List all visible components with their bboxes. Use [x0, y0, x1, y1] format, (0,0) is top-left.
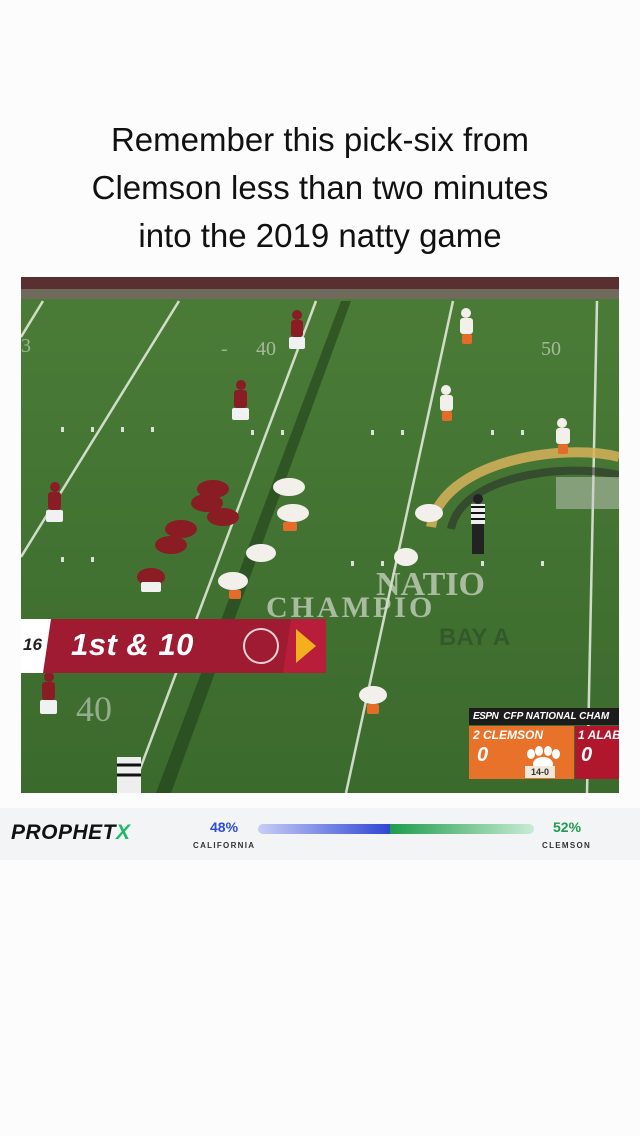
team-record: 14-0 — [525, 766, 556, 778]
team1-score: 0 — [477, 744, 489, 766]
svg-text:-: - — [221, 338, 228, 360]
team2-name: 1 ALAB — [578, 728, 619, 742]
caption-line-1: Remember this pick-six from — [110, 121, 530, 158]
caption-line-2: Clemson less than two minutes — [91, 169, 549, 206]
field-number: 16 — [23, 635, 42, 654]
post-caption: Remember this pick-six from Clemson less… — [0, 116, 640, 260]
caption-line-3: into the 2019 natty game — [138, 217, 502, 254]
right-share-fill — [390, 824, 534, 834]
left-share-fill — [258, 824, 391, 834]
logo-text: PROPHET — [11, 821, 117, 844]
svg-text:50: 50 — [541, 338, 561, 360]
scoreboard-header: ESPN CFP NATIONAL CHAM — [469, 708, 619, 725]
svg-text:3: 3 — [21, 335, 31, 357]
espn-logo-icon: ESPN — [473, 711, 499, 722]
logo-x: X — [116, 821, 131, 844]
odds-track — [258, 824, 534, 834]
svg-text:40: 40 — [256, 338, 276, 360]
game-video-frame[interactable]: 3 - 40 50 NATIO CHAMPIO BAY A 40 16 1st … — [21, 277, 619, 793]
left-team-percentage: 48% — [210, 819, 239, 835]
right-team-name: CLEMSON — [542, 841, 592, 850]
team2-score: 0 — [581, 744, 593, 766]
right-team-percentage: 52% — [553, 819, 582, 835]
team1-name: 2 CLEMSON — [473, 728, 544, 742]
svg-text:BAY A: BAY A — [439, 624, 510, 651]
left-team-name: CALIFORNIA — [193, 841, 256, 850]
down-and-distance: 1st & 10 — [71, 627, 194, 662]
prophetx-logo: PROPHETX — [11, 821, 131, 845]
clemson-score-panel: 2 CLEMSON 0 — [469, 726, 574, 779]
prophetx-odds-bar[interactable]: PROPHETX 48% CALIFORNIA 52% CLEMSON — [0, 808, 640, 860]
svg-text:40: 40 — [76, 689, 112, 729]
alabama-score-panel: 1 ALAB 0 — [575, 726, 619, 779]
event-name: CFP NATIONAL CHAM — [503, 711, 610, 722]
scoreboard: ESPN CFP NATIONAL CHAM 2 CLEMSON 0 1 ALAB… — [469, 708, 619, 783]
